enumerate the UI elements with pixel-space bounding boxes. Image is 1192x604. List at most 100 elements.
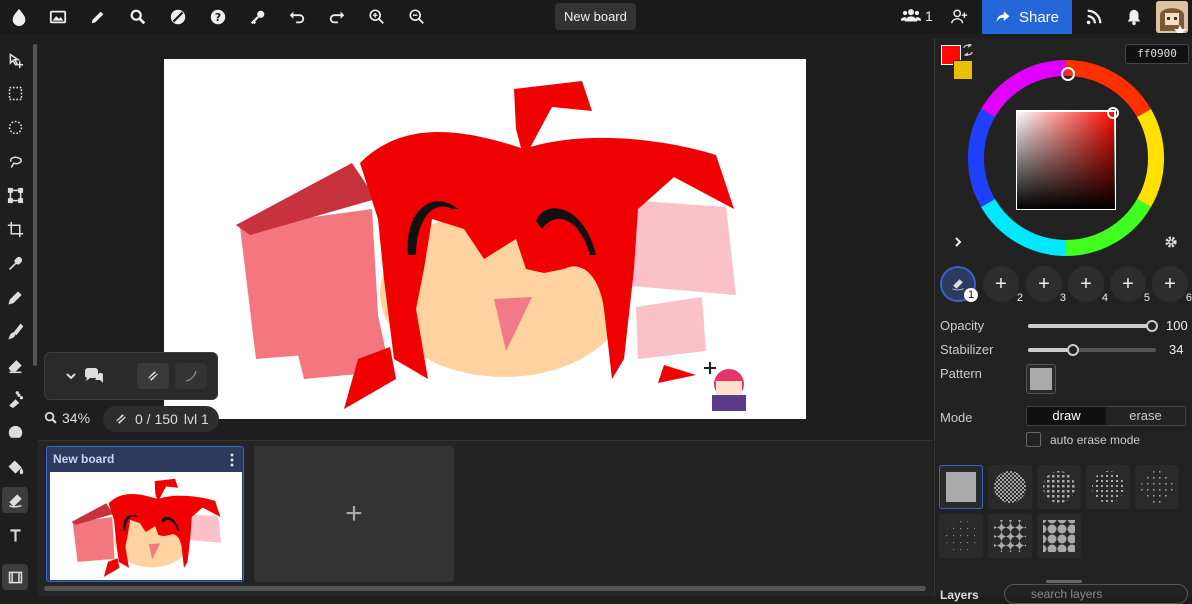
pattern-light-dots[interactable] [1086, 465, 1130, 509]
top-toolbar: ? New board 1 Share [0, 0, 1192, 34]
film-icon[interactable] [2, 564, 28, 590]
text-tool-icon[interactable] [2, 522, 28, 548]
stroke-count: 0 / 150 [135, 411, 178, 427]
panel-resize-handle[interactable] [1046, 580, 1082, 583]
timeline-scrollbar[interactable] [44, 586, 926, 591]
brush-slot-6[interactable]: +6 [1152, 266, 1192, 304]
eraser-icon[interactable] [2, 352, 28, 378]
pattern-stars[interactable] [988, 514, 1032, 558]
pattern-medium-dots[interactable] [1037, 465, 1081, 509]
stabilizer-slider[interactable] [1028, 344, 1156, 356]
share-button[interactable]: Share [982, 0, 1072, 34]
color-wheel[interactable] [968, 60, 1164, 256]
ellipse-select-icon[interactable] [2, 114, 28, 140]
zoom-level: 34% [62, 410, 91, 426]
online-users[interactable]: 1 [900, 7, 933, 24]
tool-scrollbar[interactable] [33, 44, 37, 366]
plus-icon: + [345, 497, 363, 530]
lasso-icon[interactable] [2, 148, 28, 174]
chat-icon[interactable] [83, 367, 105, 385]
gear-icon[interactable] [1164, 235, 1178, 249]
mode-erase-option[interactable]: erase [1106, 407, 1185, 425]
brush-slot-5[interactable]: +5 [1110, 266, 1150, 304]
undo-icon[interactable] [284, 4, 310, 30]
search-icon[interactable] [125, 4, 151, 30]
users-icon [900, 9, 922, 22]
rss-icon[interactable] [1081, 4, 1107, 30]
zoom-indicator[interactable]: 34% [44, 410, 90, 426]
frame-card[interactable]: New board [46, 446, 244, 582]
drawing-board[interactable] [164, 59, 806, 419]
brush-slot-number: 5 [1143, 292, 1150, 304]
opacity-slider[interactable] [1028, 320, 1158, 332]
stabilizer-value: 34 [1169, 342, 1184, 357]
opacity-value: 100 [1166, 318, 1188, 333]
brush-icon[interactable] [2, 318, 28, 344]
board-title[interactable]: New board [555, 3, 636, 30]
pen-tool-icon[interactable] [2, 284, 28, 310]
brush-slot-4[interactable]: +4 [1068, 266, 1108, 304]
pattern-solid[interactable] [939, 465, 983, 509]
pattern-sparse-dots[interactable] [1135, 465, 1179, 509]
add-frame-button[interactable]: + [254, 446, 454, 582]
pattern-label: Pattern [940, 366, 982, 381]
user-count: 1 [925, 7, 933, 24]
brush-slot-1[interactable]: 1 [940, 266, 978, 302]
mode-draw-option[interactable]: draw [1027, 407, 1106, 425]
swap-colors-icon[interactable] [962, 44, 974, 56]
eyedropper-icon[interactable] [2, 250, 28, 276]
auto-erase-checkbox[interactable] [1026, 432, 1041, 447]
stroke-counter: 0 / 150 lvl 1 [103, 406, 219, 432]
brush-slot-number: 1 [964, 288, 978, 302]
transform-icon[interactable] [2, 182, 28, 208]
share-icon [996, 11, 1010, 23]
stroke-count-icon [114, 413, 128, 425]
zoom-out-icon[interactable] [404, 4, 430, 30]
pattern-faint-dots[interactable] [939, 514, 983, 558]
blend-tool-icon[interactable] [2, 420, 28, 446]
brush-slot-number: 6 [1185, 292, 1192, 304]
add-user-icon[interactable] [946, 4, 972, 30]
pattern-picker[interactable] [1026, 364, 1056, 394]
stabilizer-slider-handle[interactable] [1067, 344, 1079, 356]
frame-thumbnail [50, 472, 242, 580]
auto-erase-label: auto erase mode [1050, 433, 1141, 447]
key-icon[interactable] [245, 4, 271, 30]
chevron-down-icon[interactable] [65, 371, 77, 381]
opacity-label: Opacity [940, 318, 985, 333]
brush-slot-number: 2 [1016, 292, 1023, 304]
stabilizer-label: Stabilizer [940, 342, 994, 357]
mode-toggle[interactable]: draw erase [1026, 406, 1186, 426]
avatar[interactable] [1156, 1, 1188, 33]
pattern-brush-toggle[interactable] [137, 363, 169, 389]
brush-slot-number: 4 [1101, 292, 1108, 304]
rect-select-icon[interactable] [2, 80, 28, 106]
zoom-in-icon[interactable] [364, 4, 390, 30]
layers-title: Layers [940, 588, 979, 602]
redo-icon[interactable] [324, 4, 350, 30]
chevron-right-icon[interactable] [953, 236, 963, 248]
image-icon[interactable] [45, 4, 71, 30]
svg-text:?: ? [215, 11, 221, 24]
fill-bucket-icon[interactable] [2, 454, 28, 480]
pencil-icon[interactable] [85, 4, 111, 30]
pattern-brush-icon [952, 279, 964, 291]
pattern-dense-dots[interactable] [988, 465, 1032, 509]
opacity-slider-handle[interactable] [1146, 320, 1158, 332]
brush-slot-3[interactable]: +3 [1026, 266, 1066, 304]
move-tool-icon[interactable] [2, 47, 28, 73]
app-logo-icon[interactable] [6, 4, 32, 30]
layer-search-input[interactable]: search layers [1004, 584, 1188, 604]
contrast-icon[interactable] [165, 4, 191, 30]
pattern-circles[interactable] [1037, 514, 1081, 558]
stroke-toggle[interactable] [175, 363, 207, 389]
notification-bell-icon[interactable] [1121, 4, 1147, 30]
spray-icon[interactable] [2, 386, 28, 412]
more-vertical-icon[interactable] [229, 453, 235, 467]
help-icon[interactable]: ? [205, 4, 231, 30]
pattern-brush-icon[interactable] [2, 487, 28, 513]
frame-title: New board [53, 452, 115, 466]
crop-icon[interactable] [2, 216, 28, 242]
brush-slot-2[interactable]: +2 [983, 266, 1023, 304]
tool-sidebar [0, 38, 30, 596]
